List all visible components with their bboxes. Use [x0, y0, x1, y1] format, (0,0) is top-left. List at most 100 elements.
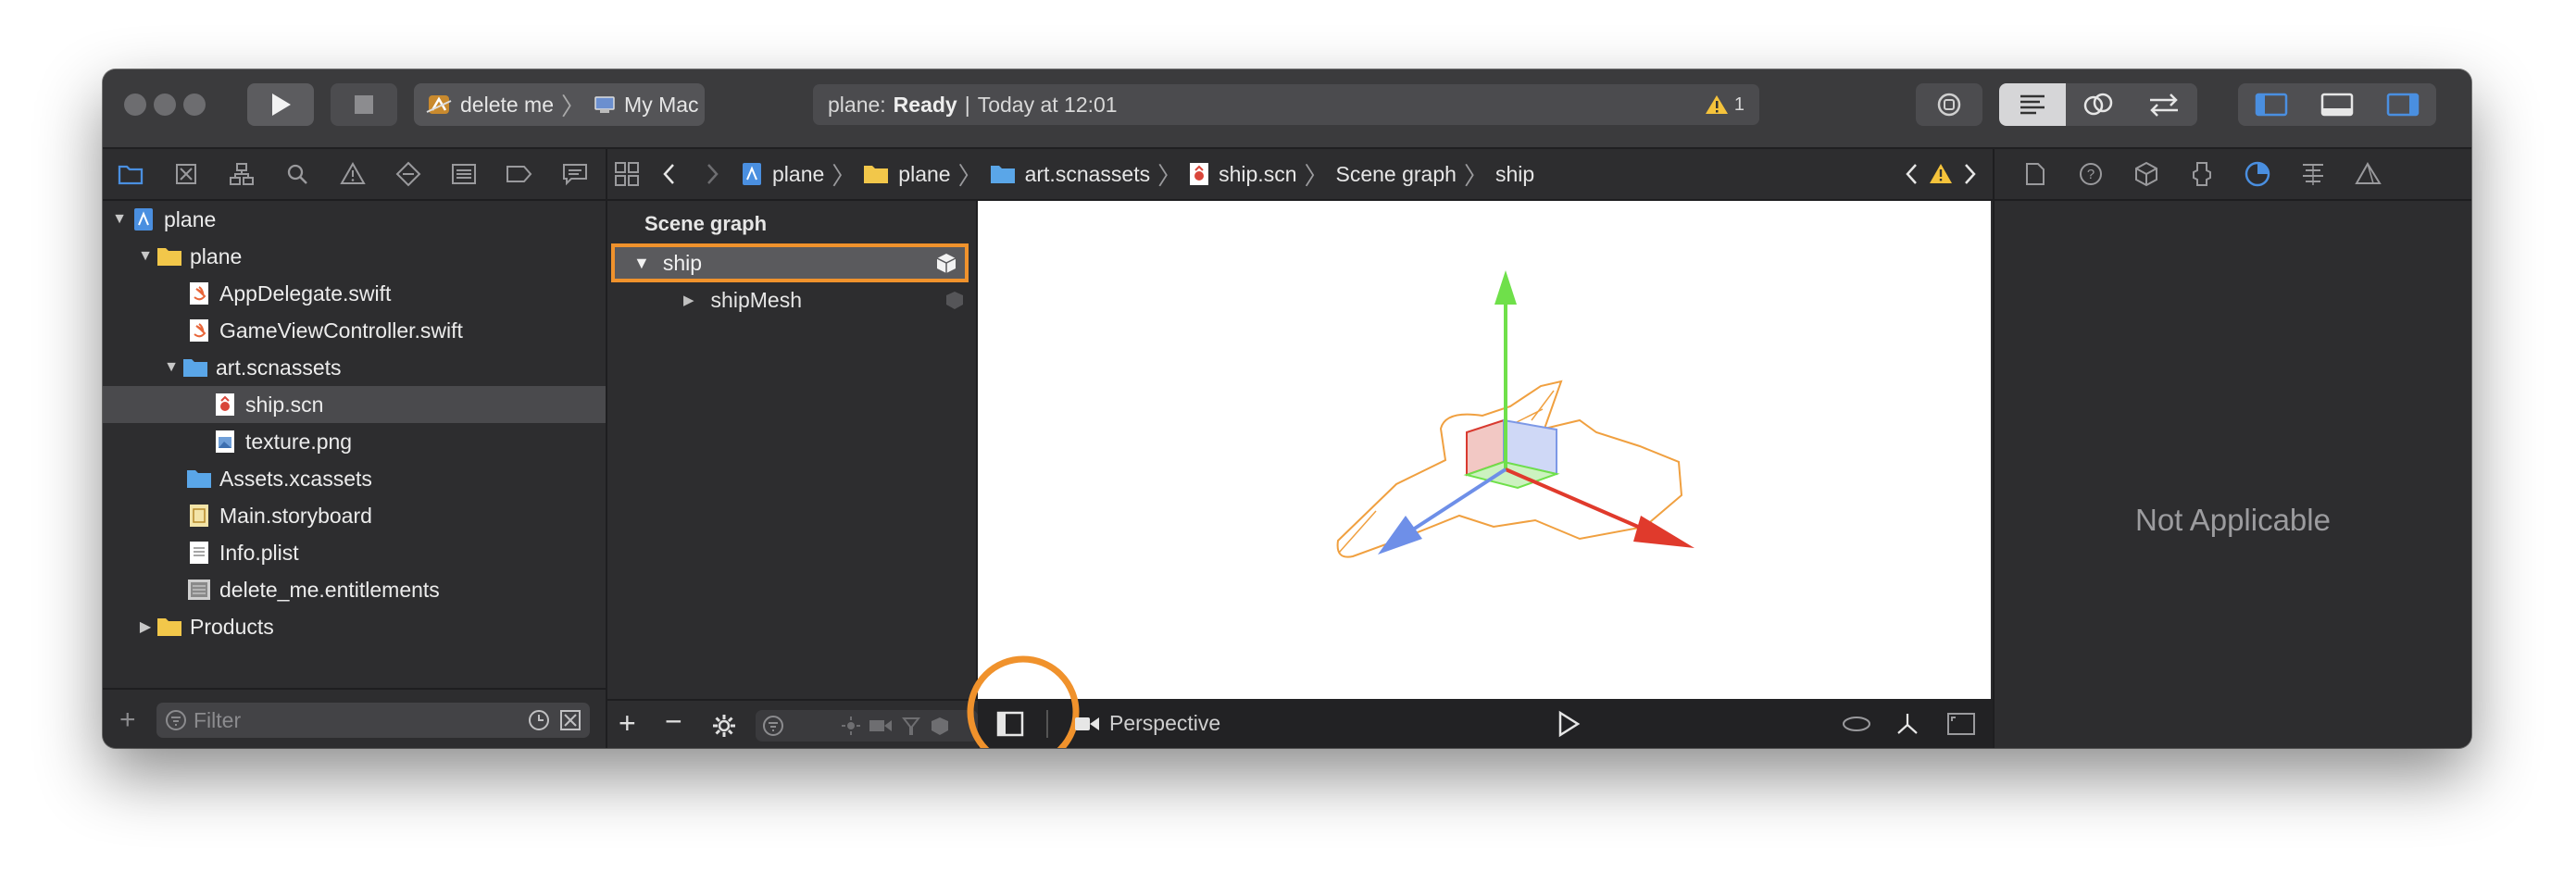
source-control-navigator-tab[interactable] [158, 162, 214, 186]
previous-issue-chevron-icon[interactable] [1902, 161, 1922, 187]
panel-visibility-control [2238, 83, 2436, 126]
gizmo-x-axis [1505, 467, 1645, 531]
filter-icon [763, 716, 783, 736]
destination-name: My Mac [624, 92, 699, 117]
forward-chevron-icon[interactable] [702, 161, 722, 187]
camera-filter-icon[interactable] [869, 717, 893, 735]
add-file-icon[interactable]: + [119, 704, 136, 736]
zoom-window-button[interactable] [183, 93, 206, 116]
breadcrumb-label: plane [898, 161, 951, 186]
tree-row-file[interactable]: Assets.xcassets [103, 460, 606, 497]
find-navigator-tab[interactable] [269, 162, 325, 186]
physics-inspector-tab[interactable] [2285, 161, 2341, 187]
tree-row-file[interactable]: AppDelegate.swift [103, 275, 606, 312]
scene-effects-inspector-tab[interactable] [2341, 161, 2396, 187]
xcode-window: delete me 〉 My Mac plane: Ready | Today … [103, 69, 2471, 748]
tree-row-file[interactable]: texture.png [103, 423, 606, 460]
material-inspector-tab[interactable] [2230, 160, 2285, 188]
tree-row-file[interactable]: Main.storyboard [103, 497, 606, 534]
symbol-navigator-tab[interactable] [214, 162, 269, 186]
tree-row-file-selected[interactable]: ship.scn [103, 386, 606, 423]
back-chevron-icon[interactable] [659, 161, 680, 187]
warning-indicator[interactable]: 1 [1705, 93, 1744, 116]
next-issue-chevron-icon[interactable] [1959, 161, 1980, 187]
particle-filter-icon[interactable] [902, 716, 920, 736]
activity-time: Today at 12:01 [977, 92, 1118, 117]
minimize-window-button[interactable] [154, 93, 176, 116]
gauge-list-icon [452, 164, 476, 184]
tree-row-file[interactable]: Info.plist [103, 534, 606, 571]
transform-axes-icon[interactable] [1894, 710, 1920, 738]
issue-warning-icon[interactable] [1928, 162, 1954, 186]
breakpoint-navigator-tab[interactable] [492, 164, 547, 184]
highlight-circle [967, 655, 1080, 748]
folder-icon [118, 165, 144, 185]
tree-row-group[interactable]: ▼ plane [103, 238, 606, 275]
breadcrumb-folder[interactable]: art.scnassets [990, 162, 1150, 187]
tree-row-group[interactable]: ▼ art.scnassets [103, 349, 606, 386]
viewport-frame-icon[interactable] [1946, 711, 1976, 737]
orbit-icon[interactable] [1841, 712, 1872, 736]
navigator-selector-bar [103, 149, 606, 201]
stop-button[interactable] [331, 83, 397, 126]
scene-viewport[interactable] [978, 201, 1991, 699]
toggle-debug-area-button[interactable] [2305, 83, 2370, 126]
scene-node-shipmesh[interactable]: ▶ shipMesh [607, 282, 976, 318]
node-filter-field[interactable] [756, 710, 978, 742]
recent-files-clock-icon[interactable] [527, 708, 551, 732]
breadcrumb-group[interactable]: plane [863, 161, 951, 187]
light-filter-icon[interactable] [841, 716, 861, 736]
library-button[interactable] [1916, 83, 1982, 126]
add-node-button[interactable]: + [619, 706, 636, 741]
standard-editor-button[interactable] [1999, 83, 2066, 126]
xcode-project-icon [131, 206, 156, 232]
navigator-filter-field[interactable]: Filter [156, 703, 590, 738]
disclosure-expanded-icon: ▼ [164, 359, 179, 375]
mac-destination-icon [594, 96, 615, 113]
project-navigator-tab[interactable] [103, 163, 158, 185]
breadcrumb-scene-graph[interactable]: Scene graph [1336, 162, 1457, 187]
tree-row-file[interactable]: delete_me.entitlements [103, 571, 606, 608]
warning-outline-icon [340, 162, 366, 184]
play-scene-icon[interactable] [1556, 710, 1582, 738]
toggle-inspector-button[interactable] [2370, 83, 2436, 126]
gizmo-z-arrowhead [1378, 516, 1422, 555]
close-window-button[interactable] [124, 93, 146, 116]
assistant-editor-button[interactable] [2066, 83, 2131, 126]
left-panel-icon [2255, 93, 2288, 117]
node-inspector-tab[interactable] [2119, 161, 2174, 187]
related-items-grid-icon[interactable] [613, 160, 641, 188]
scene-node-ship[interactable]: ▼ ship [611, 243, 969, 282]
version-editor-button[interactable] [2131, 83, 2197, 126]
tree-row-group[interactable]: ▶ Products [103, 608, 606, 645]
test-navigator-tab[interactable] [381, 161, 436, 187]
tree-row-project[interactable]: ▼ plane [103, 201, 606, 238]
source-control-filter-icon[interactable] [558, 708, 582, 732]
run-button[interactable] [247, 83, 314, 126]
breadcrumb-node[interactable]: ship [1495, 162, 1534, 187]
tree-row-label: delete_me.entitlements [219, 577, 440, 602]
issue-navigator-tab[interactable] [325, 162, 381, 186]
remove-node-button[interactable]: − [665, 704, 682, 739]
tree-row-label: texture.png [245, 429, 353, 454]
scene-canvas [1336, 270, 1694, 558]
scheme-selector[interactable]: delete me 〉 My Mac [414, 83, 705, 126]
image-file-icon [212, 429, 238, 455]
debug-navigator-tab[interactable] [436, 163, 492, 185]
point-of-view-selector[interactable]: Perspective [1074, 699, 1220, 748]
file-inspector-tab[interactable] [2007, 162, 2063, 186]
quick-help-tab[interactable]: ? [2063, 161, 2119, 187]
yellow-folder-icon [156, 243, 182, 269]
tree-row-file[interactable]: GameViewController.swift [103, 312, 606, 349]
breadcrumb-project[interactable]: plane [741, 162, 824, 187]
activity-separator: | [964, 92, 970, 117]
gear-icon[interactable] [711, 713, 737, 739]
attributes-inspector-tab[interactable] [2174, 161, 2230, 187]
toggle-navigator-button[interactable] [2238, 83, 2305, 126]
report-navigator-tab[interactable] [547, 162, 603, 186]
document-icon [2026, 163, 2045, 185]
breadcrumb-file[interactable]: ship.scn [1189, 162, 1296, 187]
inspector-panel: Not Applicable [1995, 201, 2471, 748]
geometry-filter-icon[interactable] [930, 716, 950, 736]
hierarchy-icon [230, 163, 254, 185]
